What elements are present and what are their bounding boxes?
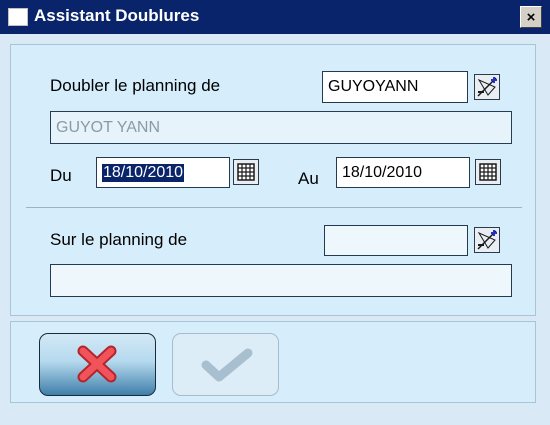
to-date-label: Au <box>298 169 319 188</box>
window-icon <box>8 8 28 26</box>
source-code-field[interactable]: GUYOYANN <box>322 71 468 103</box>
close-button[interactable]: × <box>520 6 542 28</box>
target-lookup-button[interactable] <box>474 227 500 253</box>
lookup-plus-minus-icon <box>477 77 497 97</box>
cancel-button[interactable] <box>39 333 156 396</box>
source-lookup-button[interactable] <box>474 74 500 100</box>
lookup-plus-minus-icon <box>477 230 497 250</box>
from-date-calendar-button[interactable] <box>233 159 259 185</box>
target-planning-label: Sur le planning de <box>50 230 188 249</box>
close-icon: × <box>526 8 536 26</box>
from-date-label: Du <box>50 166 72 185</box>
title-bar[interactable]: Assistant Doublures × <box>0 0 550 34</box>
section-divider <box>26 207 522 208</box>
dialog-window: Assistant Doublures × Doubler le plannin… <box>0 0 550 425</box>
window-title: Assistant Doublures <box>34 6 200 25</box>
ok-button[interactable] <box>172 333 279 396</box>
cancel-x-icon <box>77 345 117 383</box>
target-code-field[interactable] <box>324 225 468 256</box>
source-name-field: GUYOT YANN <box>50 111 512 144</box>
to-date-field[interactable]: 18/10/2010 <box>336 157 470 188</box>
from-date-field[interactable]: 18/10/2010 <box>96 157 230 188</box>
to-date-calendar-button[interactable] <box>475 159 501 185</box>
calendar-icon <box>237 163 255 181</box>
target-name-field <box>50 264 512 297</box>
source-planning-label: Doubler le planning de <box>50 76 221 95</box>
calendar-icon <box>479 163 497 181</box>
checkmark-icon <box>201 348 253 382</box>
